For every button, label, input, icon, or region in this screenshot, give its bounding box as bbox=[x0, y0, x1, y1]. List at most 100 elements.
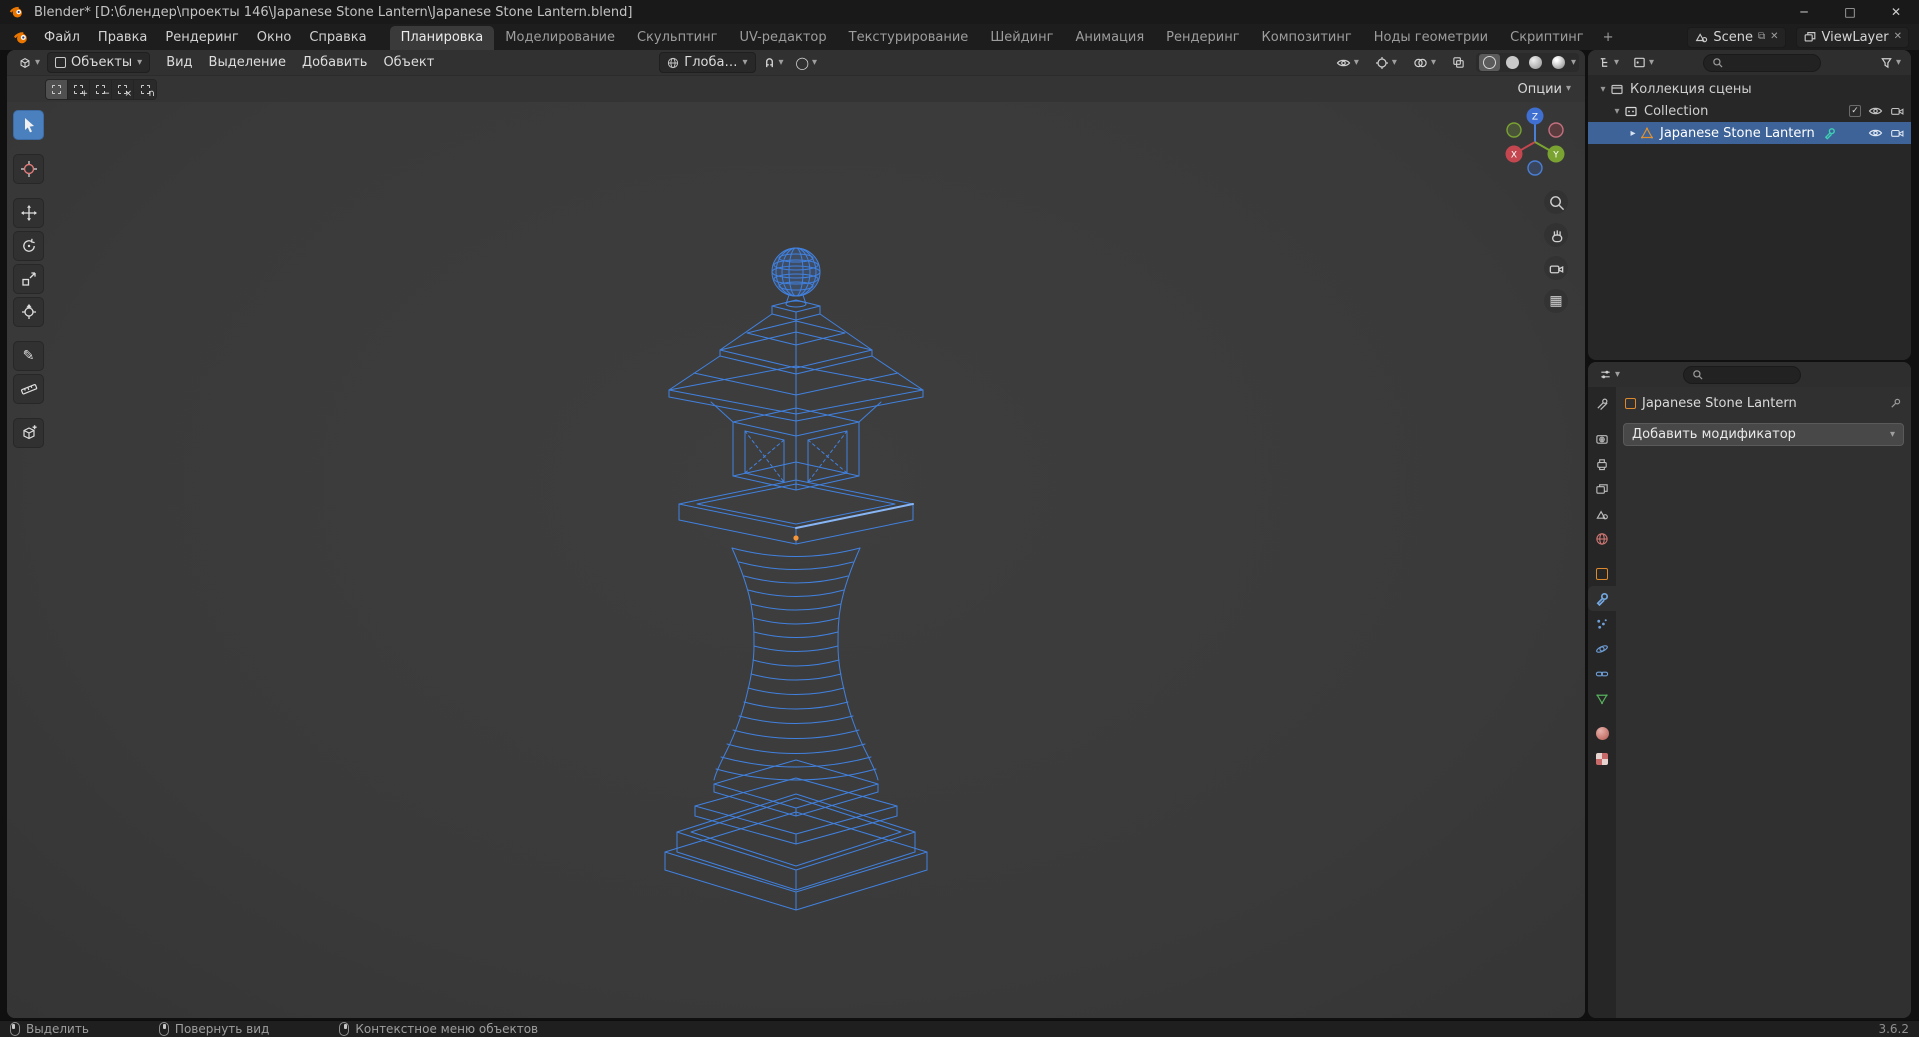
tab-compositing[interactable]: Композитинг bbox=[1251, 26, 1363, 50]
outliner-editor-type-button[interactable]: ▾ bbox=[1593, 54, 1624, 71]
disable-render-camera-icon[interactable] bbox=[1890, 105, 1905, 117]
tab-object-properties[interactable] bbox=[1588, 561, 1616, 586]
tab-texture-properties[interactable] bbox=[1588, 746, 1616, 771]
menu-render[interactable]: Рендеринг bbox=[156, 26, 247, 49]
tab-sculpting[interactable]: Скульптинг bbox=[626, 26, 728, 50]
select-mode-set[interactable] bbox=[46, 79, 68, 99]
navigation-gizmo[interactable]: Z X Y bbox=[1497, 104, 1573, 180]
menu-select[interactable]: Выделение bbox=[201, 52, 294, 73]
select-mode-invert[interactable]: × bbox=[112, 79, 134, 99]
select-mode-extend[interactable]: + bbox=[68, 79, 90, 99]
shading-rendered-button[interactable] bbox=[1548, 54, 1569, 71]
tool-measure[interactable] bbox=[13, 374, 44, 404]
tab-object-data-properties[interactable] bbox=[1588, 686, 1616, 711]
menu-window[interactable]: Окно bbox=[248, 26, 301, 49]
tab-material-properties[interactable] bbox=[1588, 721, 1616, 746]
outliner-filter-button[interactable]: ▾ bbox=[1875, 54, 1906, 71]
tool-add-cube[interactable] bbox=[13, 418, 44, 448]
row-collection[interactable]: ▾ Collection ✓ bbox=[1588, 100, 1911, 122]
unlink-scene-icon[interactable]: ✕ bbox=[1770, 32, 1778, 42]
close-button[interactable]: ✕ bbox=[1873, 0, 1919, 24]
xray-toggle[interactable] bbox=[1447, 54, 1470, 71]
tab-scene-properties[interactable] bbox=[1588, 501, 1616, 526]
proportional-editing-toggle[interactable]: ◯ ▾ bbox=[791, 54, 822, 72]
object-visibility-dropdown[interactable]: ▾ bbox=[1331, 55, 1364, 71]
breadcrumb-object-name[interactable]: Japanese Stone Lantern bbox=[1642, 396, 1797, 411]
menu-file[interactable]: Файл bbox=[35, 26, 89, 49]
row-japanese-stone-lantern[interactable]: ▸ Japanese Stone Lantern bbox=[1588, 122, 1911, 144]
tab-geometry-nodes[interactable]: Ноды геометрии bbox=[1363, 26, 1499, 50]
maximize-button[interactable]: □ bbox=[1827, 0, 1873, 24]
tab-scripting[interactable]: Скриптинг bbox=[1499, 26, 1594, 50]
pin-icon[interactable] bbox=[1889, 397, 1902, 410]
menu-edit[interactable]: Правка bbox=[89, 26, 156, 49]
select-mode-intersect[interactable]: ∩ bbox=[134, 79, 156, 99]
disclosure-open-icon[interactable]: ▾ bbox=[1610, 106, 1624, 117]
shading-wireframe-button[interactable] bbox=[1478, 54, 1500, 71]
tool-rotate[interactable] bbox=[13, 231, 44, 261]
tab-render-properties[interactable] bbox=[1588, 426, 1616, 451]
blender-menu-button[interactable] bbox=[12, 29, 29, 46]
pan-button[interactable] bbox=[1544, 223, 1568, 247]
tab-uv-editor[interactable]: UV-редактор bbox=[728, 26, 837, 50]
outliner-search-input[interactable] bbox=[1703, 53, 1822, 72]
tab-animation[interactable]: Анимация bbox=[1064, 26, 1155, 50]
options-dropdown[interactable]: Опции ▾ bbox=[1511, 80, 1577, 99]
scene-selector[interactable]: Scene ⧉ ✕ bbox=[1687, 26, 1786, 48]
tool-select-box[interactable] bbox=[13, 110, 44, 140]
unlink-view-layer-icon[interactable]: ✕ bbox=[1894, 32, 1902, 42]
gizmos-dropdown[interactable]: ▾ bbox=[1370, 54, 1402, 72]
tab-view-layer-properties[interactable] bbox=[1588, 476, 1616, 501]
add-workspace-button[interactable]: + bbox=[1595, 26, 1622, 50]
disable-render-camera-icon[interactable] bbox=[1890, 127, 1905, 139]
tool-annotate[interactable]: ✎ bbox=[13, 341, 44, 371]
minimize-button[interactable]: ─ bbox=[1781, 0, 1827, 24]
view-layer-selector[interactable]: ViewLayer ✕ bbox=[1795, 26, 1909, 48]
tab-texture-paint[interactable]: Текстурирование bbox=[838, 26, 980, 50]
menu-view[interactable]: Вид bbox=[158, 52, 200, 73]
shading-solid-button[interactable] bbox=[1502, 54, 1523, 71]
disclosure-open-icon[interactable]: ▾ bbox=[1596, 84, 1610, 95]
select-mode-subtract[interactable]: − bbox=[90, 79, 112, 99]
tool-move[interactable] bbox=[13, 198, 44, 228]
properties-search-input[interactable] bbox=[1683, 365, 1802, 384]
tab-constraint-properties[interactable] bbox=[1588, 661, 1616, 686]
snapping-toggle[interactable]: ▾ bbox=[758, 54, 789, 71]
transform-orientation-dropdown[interactable]: Глоба… ▾ bbox=[659, 52, 756, 73]
tab-layout[interactable]: Планировка bbox=[389, 26, 495, 50]
chevron-down-icon[interactable]: ▾ bbox=[1571, 57, 1576, 68]
hide-eye-icon[interactable] bbox=[1868, 105, 1883, 117]
interaction-mode-dropdown[interactable]: Объекты ▾ bbox=[47, 52, 151, 73]
tab-shading[interactable]: Шейдинг bbox=[979, 26, 1064, 50]
shading-material-button[interactable] bbox=[1525, 54, 1546, 71]
ortho-toggle-button[interactable]: ▦ bbox=[1544, 289, 1568, 313]
menu-object[interactable]: Объект bbox=[375, 52, 442, 73]
tab-modeling[interactable]: Моделирование bbox=[494, 26, 626, 50]
tab-modifier-properties[interactable] bbox=[1588, 586, 1616, 611]
add-modifier-dropdown[interactable]: Добавить модификатор ▾ bbox=[1623, 423, 1904, 446]
tool-cursor[interactable] bbox=[13, 154, 44, 184]
properties-editor-type-button[interactable]: ▾ bbox=[1594, 366, 1625, 383]
lantern-wireframe-object[interactable] bbox=[655, 242, 945, 922]
new-scene-icon[interactable]: ⧉ bbox=[1758, 32, 1765, 42]
menu-help[interactable]: Справка bbox=[300, 26, 375, 49]
tab-physics-properties[interactable] bbox=[1588, 636, 1616, 661]
row-scene-collection[interactable]: ▾ Коллекция сцены bbox=[1588, 78, 1911, 100]
tab-world-properties[interactable] bbox=[1588, 526, 1616, 551]
zoom-button[interactable] bbox=[1544, 190, 1568, 214]
tool-transform[interactable] bbox=[13, 297, 44, 327]
exclude-checkbox[interactable]: ✓ bbox=[1849, 105, 1861, 117]
outliner-display-mode-button[interactable]: ▾ bbox=[1628, 54, 1659, 71]
tool-scale[interactable] bbox=[13, 264, 44, 294]
overlays-dropdown[interactable]: ▾ bbox=[1408, 55, 1441, 71]
tab-rendering[interactable]: Рендеринг bbox=[1155, 26, 1250, 50]
disclosure-closed-icon[interactable]: ▸ bbox=[1626, 128, 1640, 139]
tab-output-properties[interactable] bbox=[1588, 451, 1616, 476]
viewport-canvas[interactable]: ✎ Z X Y ▦ bbox=[7, 102, 1585, 1018]
camera-view-button[interactable] bbox=[1544, 256, 1568, 280]
tab-tool-properties[interactable] bbox=[1588, 391, 1616, 416]
editor-type-button[interactable]: ▾ bbox=[13, 54, 45, 72]
menu-add[interactable]: Добавить bbox=[294, 52, 375, 73]
tab-particle-properties[interactable] bbox=[1588, 611, 1616, 636]
hide-eye-icon[interactable] bbox=[1868, 127, 1883, 139]
